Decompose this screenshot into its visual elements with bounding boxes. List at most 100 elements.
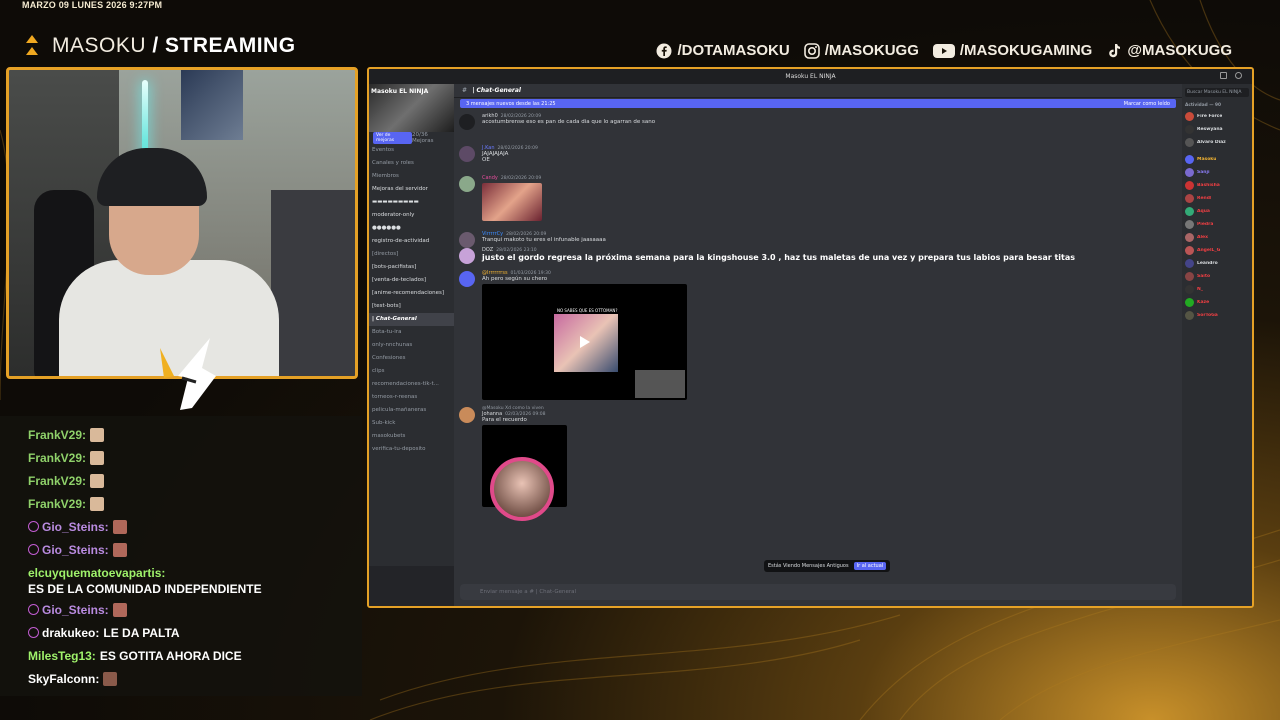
- member-item[interactable]: N_: [1185, 283, 1249, 296]
- activity-header: Actividad — 90: [1185, 103, 1221, 108]
- play-icon[interactable]: [580, 336, 590, 348]
- chat-username[interactable]: FrankV29:: [28, 470, 86, 493]
- member-item[interactable]: Kaze: [1185, 296, 1249, 309]
- chat-username[interactable]: FrankV29:: [28, 424, 86, 447]
- member-avatar: [1185, 298, 1194, 307]
- jump-to-present-button[interactable]: Ir al actual: [853, 562, 887, 570]
- member-avatar: [1185, 220, 1194, 229]
- member-item[interactable]: Alvaro Diaz: [1185, 136, 1249, 149]
- channel-item[interactable]: Canales y roles: [369, 157, 454, 170]
- video-attachment[interactable]: NO SABES QUE ES OTTOMAN?: [482, 284, 687, 400]
- window-titlebar: Masoku EL NINJA: [369, 69, 1252, 84]
- close-icon[interactable]: [1235, 72, 1242, 79]
- new-messages-bar[interactable]: 3 mensajes nuevos desde las 21:25 Marcar…: [460, 99, 1176, 108]
- member-item[interactable]: Piedra: [1185, 218, 1249, 231]
- boost-count: 20/36 Mejoras: [411, 132, 434, 144]
- ninja-mascot-logo: [160, 338, 216, 410]
- user-avatar[interactable]: [459, 248, 475, 264]
- wall-poster: [181, 70, 243, 140]
- channel-item[interactable]: Sub-kick: [369, 417, 454, 430]
- chat-username[interactable]: SkyFalconn:: [28, 668, 99, 691]
- chat-username[interactable]: FrankV29:: [28, 447, 86, 470]
- server-banner[interactable]: Masoku EL NINJA: [369, 84, 454, 132]
- channel-item[interactable]: only-nnchunas: [369, 339, 454, 352]
- channel-item[interactable]: [directos]: [369, 248, 454, 261]
- channel-item[interactable]: clips: [369, 365, 454, 378]
- user-avatar[interactable]: [459, 232, 475, 248]
- member-item[interactable]: Aqua: [1185, 205, 1249, 218]
- image-attachment[interactable]: [482, 183, 542, 221]
- channel-item[interactable]: [bots-pacifistas]: [369, 261, 454, 274]
- emote-icon: [112, 603, 127, 617]
- member-item[interactable]: Alex: [1185, 231, 1249, 244]
- member-avatar: [1185, 112, 1194, 121]
- user-avatar[interactable]: [459, 114, 475, 130]
- channel-item[interactable]: masokubets: [369, 430, 454, 443]
- user-avatar[interactable]: [459, 271, 475, 287]
- member-item[interactable]: Bashisha: [1185, 179, 1249, 192]
- member-item[interactable]: Reswyana: [1185, 123, 1249, 136]
- chat-username[interactable]: drakukeo:: [42, 622, 99, 645]
- member-name: Saito: [1197, 274, 1211, 279]
- member-avatar: [1185, 181, 1194, 190]
- chat-username[interactable]: Gio_Steins:: [42, 516, 109, 539]
- member-item[interactable]: AngelL_G: [1185, 244, 1249, 257]
- channel-item[interactable]: [anime-recomendaciones]: [369, 287, 454, 300]
- chat-username[interactable]: Gio_Steins:: [42, 539, 109, 562]
- channel-item[interactable]: ●●●●●●: [369, 222, 454, 235]
- boost-label: Ver de mejoras: [373, 132, 412, 144]
- server-name: Masoku EL NINJA: [371, 88, 429, 95]
- member-avatar: [1185, 246, 1194, 255]
- boost-bar[interactable]: Ver de mejoras 20/36 Mejoras: [369, 132, 454, 144]
- channel-item[interactable]: verifica-tu-deposito: [369, 443, 454, 456]
- channel-item[interactable]: | Chat-General: [369, 313, 454, 326]
- user-avatar[interactable]: [459, 407, 475, 423]
- message-author[interactable]: Candy: [482, 175, 498, 181]
- member-item[interactable]: Rendl: [1185, 192, 1249, 205]
- channel-item[interactable]: Mejoras del servidor: [369, 183, 454, 196]
- member-item[interactable]: Saito: [1185, 270, 1249, 283]
- channel-item[interactable]: Eventos: [369, 144, 454, 157]
- channel-item[interactable]: [test-bots]: [369, 300, 454, 313]
- channel-item[interactable]: torneos-r-reenas: [369, 391, 454, 404]
- chat-message: J.Kan 28/02/2026 20:09 JAJAJAJAJA: [454, 145, 1182, 162]
- user-badge-icon: [28, 544, 39, 555]
- user-panel: [369, 566, 454, 606]
- member-name: Rendl: [1197, 196, 1212, 201]
- youtube-handle: /MASOKUGAMING: [959, 42, 1093, 59]
- member-avatar: [1185, 168, 1194, 177]
- member-item[interactable]: Fire Force: [1185, 110, 1249, 123]
- member-item[interactable]: SorToGa: [1185, 309, 1249, 322]
- mark-read-button[interactable]: Marcar como leído: [1124, 101, 1170, 107]
- channel-item[interactable]: moderator-only: [369, 209, 454, 222]
- channel-item[interactable]: registro-de-actividad: [369, 235, 454, 248]
- channel-item[interactable]: ▬▬▬▬▬▬▬▬▬: [369, 196, 454, 209]
- channel-item[interactable]: Confesiones: [369, 352, 454, 365]
- member-name: N_: [1197, 287, 1204, 292]
- sticker-attachment[interactable]: [482, 425, 567, 521]
- member-item[interactable]: Masoku: [1185, 153, 1249, 166]
- member-item[interactable]: Sanji: [1185, 166, 1249, 179]
- date-time-display: MARZO 09 LUNES 2026 9:27PM: [22, 0, 163, 10]
- chat-message: DOZ 28/02/2026 23:10 justo el gordo regres…: [454, 247, 1182, 264]
- message-input[interactable]: Enviar mensaje a # | Chat-General: [460, 584, 1176, 600]
- channel-item[interactable]: pelicula-mañaneras: [369, 404, 454, 417]
- chat-username[interactable]: MilesTeg13:: [28, 645, 96, 668]
- member-name: Leandro: [1197, 261, 1218, 266]
- chat-username[interactable]: FrankV29:: [28, 493, 86, 516]
- user-avatar[interactable]: [459, 176, 475, 192]
- chat-username[interactable]: elcuyquematoevapartis:: [28, 565, 165, 581]
- message-text: justo el gordo regresa la próxima semana…: [482, 253, 1076, 262]
- social-facebook: /DOTAMASOKU: [656, 42, 790, 59]
- hash-icon: #: [462, 87, 467, 94]
- channel-item[interactable]: recomendaciones-tik-t...: [369, 378, 454, 391]
- member-item[interactable]: Leandro: [1185, 257, 1249, 270]
- member-search-input[interactable]: Buscar Masoku EL NINJA: [1185, 88, 1249, 97]
- member-avatar: [1185, 259, 1194, 268]
- channel-item[interactable]: Bota-tu-ira: [369, 326, 454, 339]
- minimize-icon[interactable]: [1220, 72, 1227, 79]
- channel-item[interactable]: Miembros: [369, 170, 454, 183]
- chat-username[interactable]: Gio_Steins:: [42, 599, 109, 622]
- emote-icon: [103, 672, 118, 686]
- channel-item[interactable]: [venta-de-teclados]: [369, 274, 454, 287]
